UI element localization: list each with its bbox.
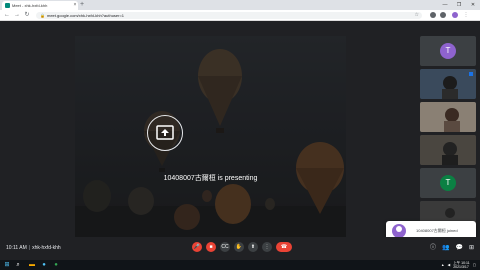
window-controls: — ❐ ✕ — [438, 0, 480, 10]
participant-avatar: T — [440, 43, 456, 59]
notifications-icon[interactable]: ▢ — [473, 263, 476, 267]
volume-icon[interactable]: ◀ — [448, 263, 451, 267]
tab-title: Meet - xhk-hxfd-khh — [12, 3, 48, 8]
forward-button[interactable]: → — [13, 11, 21, 20]
meeting-info-icon[interactable]: ⓘ — [430, 244, 436, 252]
edge-icon[interactable]: ● — [40, 261, 48, 269]
meeting-time: 10:11 AM — [6, 245, 27, 251]
end-call-button[interactable]: ☎ — [276, 242, 292, 252]
participant-strip: T T — [420, 36, 476, 238]
presenting-status-text: 10408007古爾桓 is presenting — [163, 175, 258, 182]
browser-tab-meet[interactable]: Meet - xhk-hxfd-khh × — [2, 1, 78, 10]
chat-icon[interactable]: 💬 — [455, 244, 462, 252]
reload-button[interactable]: ↻ — [23, 11, 31, 20]
presentation-video — [75, 36, 346, 238]
activities-icon[interactable]: ⊞ — [469, 244, 474, 252]
meeting-code: xhk-hxfd-khh — [32, 245, 61, 251]
tab-close-button[interactable]: × — [72, 3, 78, 8]
maximize-button[interactable]: ❐ — [452, 0, 466, 10]
participant-video — [420, 201, 476, 223]
participant-tile[interactable] — [420, 102, 476, 132]
side-panel-buttons: ⓘ 👥 💬 ⊞ — [430, 244, 474, 252]
meet-favicon-icon — [5, 3, 10, 8]
url-text: meet.google.com/xhk-hxfd-khh?authuser=1 — [46, 13, 125, 18]
system-tray: ▲ ◀ 上午 10:11 2021/3/17 ▢ — [441, 261, 476, 269]
close-window-button[interactable]: ✕ — [466, 0, 480, 10]
participant-video — [420, 135, 476, 165]
windows-taskbar: ⊞ ⌕ ▬ ● ● ▲ ◀ 上午 10:11 2021/3/17 ▢ — [0, 260, 480, 270]
raise-hand-button[interactable]: ✋ — [234, 242, 244, 252]
meeting-control-bar: 10:11 AM | xhk-hxfd-khh 🎤 ■ CC ✋ ⬆ ⋮ ☎ ⓘ 👥… — [0, 237, 480, 260]
more-options-button[interactable]: ⋮ — [262, 242, 272, 252]
notification-text: 10408007古爾桓 joined — [416, 228, 458, 233]
minimize-button[interactable]: — — [438, 0, 452, 10]
new-tab-button[interactable]: + — [80, 1, 84, 9]
screen: Meet - xhk-hxfd-khh × + — ❐ ✕ ← → ↻ 🔒 me… — [0, 0, 480, 270]
search-icon[interactable]: ⌕ — [14, 261, 22, 269]
notification-avatar — [392, 224, 406, 238]
bookmark-star-icon[interactable]: ☆ — [415, 12, 419, 19]
extension-icon[interactable] — [440, 12, 446, 18]
address-bar[interactable]: 🔒 meet.google.com/xhk-hxfd-khh?authuser=… — [36, 12, 422, 19]
chrome-icon[interactable]: ● — [52, 261, 60, 269]
participant-tile[interactable] — [420, 69, 476, 99]
present-screen-icon — [156, 125, 174, 140]
people-icon[interactable]: 👥 — [442, 244, 449, 252]
participant-tile[interactable] — [420, 135, 476, 165]
participant-video — [420, 102, 476, 132]
presenting-overlay — [75, 36, 346, 238]
present-button[interactable]: ⬆ — [248, 242, 258, 252]
file-explorer-icon[interactable]: ▬ — [28, 261, 36, 269]
network-icon[interactable]: ▲ — [441, 263, 444, 267]
windows-start-icon[interactable]: ⊞ — [3, 261, 11, 269]
browser-menu-icon[interactable]: ⋮ — [463, 12, 469, 18]
camera-toggle-button[interactable]: ■ — [206, 242, 216, 252]
taskbar-clock[interactable]: 上午 10:11 2021/3/17 — [453, 261, 469, 269]
captions-button[interactable]: CC — [220, 242, 230, 252]
participant-tile[interactable]: T — [420, 36, 476, 66]
call-buttons: 🎤 ■ CC ✋ ⬆ ⋮ ☎ — [192, 242, 292, 255]
taskbar-date: 2021/3/17 — [453, 265, 469, 269]
participant-tile[interactable] — [420, 201, 476, 223]
participant-video — [420, 69, 476, 99]
participant-tile[interactable]: T — [420, 168, 476, 198]
lock-icon: 🔒 — [40, 13, 45, 18]
meet-stage: 10408007古爾桓 is presenting T T — [0, 21, 480, 238]
extension-icon[interactable] — [430, 12, 436, 18]
participant-avatar: T — [440, 175, 456, 191]
browser-toolbar: ← → ↻ 🔒 meet.google.com/xhk-hxfd-khh?aut… — [0, 10, 480, 21]
back-button[interactable]: ← — [3, 11, 11, 20]
browser-tab-strip: Meet - xhk-hxfd-khh × + — ❐ ✕ — [0, 0, 480, 10]
profile-avatar[interactable] — [452, 12, 458, 18]
mic-toggle-button[interactable]: 🎤 — [192, 242, 202, 252]
meeting-clock: 10:11 AM | xhk-hxfd-khh — [6, 245, 61, 251]
